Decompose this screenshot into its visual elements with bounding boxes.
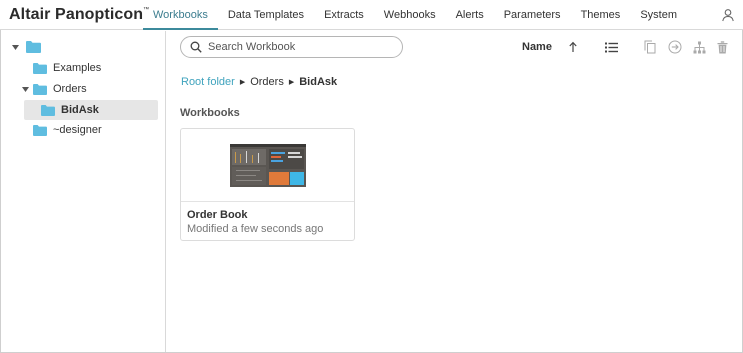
breadcrumb: Root folder ▶ Orders ▶ BidAsk (181, 76, 337, 88)
tree-item-label: Examples (53, 62, 102, 74)
workbook-thumbnail-area (181, 129, 354, 202)
list-view-icon[interactable] (604, 40, 618, 54)
search-icon (190, 41, 202, 53)
breadcrumb-root-link[interactable]: Root folder (181, 76, 235, 88)
search-input[interactable] (208, 41, 398, 53)
workbook-card[interactable]: Order Book Modified a few seconds ago (180, 128, 355, 241)
section-title: Workbooks (180, 107, 240, 119)
tab-webhooks[interactable]: Webhooks (374, 0, 446, 30)
tree-item-label: BidAsk (61, 104, 99, 116)
tab-system[interactable]: System (630, 0, 687, 30)
caret-down-icon[interactable] (20, 84, 30, 94)
tree-item-label: ~designer (53, 124, 102, 136)
logo-text: Altair Panopticon (9, 6, 144, 23)
move-icon[interactable] (668, 40, 682, 54)
tab-workbooks[interactable]: Workbooks (143, 0, 218, 30)
tree-item-root[interactable] (10, 37, 47, 57)
breadcrumb-orders-link[interactable]: Orders (250, 76, 284, 88)
tree-item-examples[interactable]: Examples (33, 58, 101, 78)
top-navigation-bar: Altair Panopticon™ Workbooks Data Templa… (0, 0, 743, 30)
workbook-thumbnail-image (230, 144, 306, 187)
tree-item-bidask[interactable]: BidAsk (24, 100, 158, 120)
hierarchy-icon[interactable] (692, 40, 706, 54)
delete-icon[interactable] (715, 40, 729, 54)
tree-item-label: Orders (53, 83, 87, 95)
breadcrumb-current: BidAsk (299, 76, 338, 88)
folder-icon (26, 41, 41, 53)
main-tabs: Workbooks Data Templates Extracts Webhoo… (143, 0, 687, 30)
breadcrumb-separator-icon: ▶ (239, 79, 246, 86)
sort-ascending-icon[interactable] (566, 40, 580, 54)
folder-icon (33, 83, 47, 95)
tree-item-designer[interactable]: ~designer (33, 120, 102, 140)
tab-extracts[interactable]: Extracts (314, 0, 374, 30)
tab-data-templates[interactable]: Data Templates (218, 0, 314, 30)
tab-themes[interactable]: Themes (571, 0, 631, 30)
tab-alerts[interactable]: Alerts (446, 0, 494, 30)
workbook-modified-time: Modified a few seconds ago (187, 223, 324, 235)
sort-by-label[interactable]: Name (522, 41, 552, 53)
folder-icon (33, 62, 47, 74)
workbook-name[interactable]: Order Book (187, 209, 248, 221)
user-icon[interactable] (721, 8, 735, 22)
folder-icon (33, 124, 47, 136)
search-box (180, 36, 403, 58)
folder-icon (41, 104, 55, 116)
copy-icon[interactable] (643, 40, 657, 54)
app-logo: Altair Panopticon™ (9, 6, 149, 24)
tree-item-orders[interactable]: Orders (20, 79, 87, 99)
caret-down-icon[interactable] (10, 42, 20, 52)
breadcrumb-separator-icon: ▶ (288, 79, 295, 86)
folder-tree-panel: Examples Orders BidAsk ~designer (0, 31, 166, 352)
tab-parameters[interactable]: Parameters (494, 0, 571, 30)
